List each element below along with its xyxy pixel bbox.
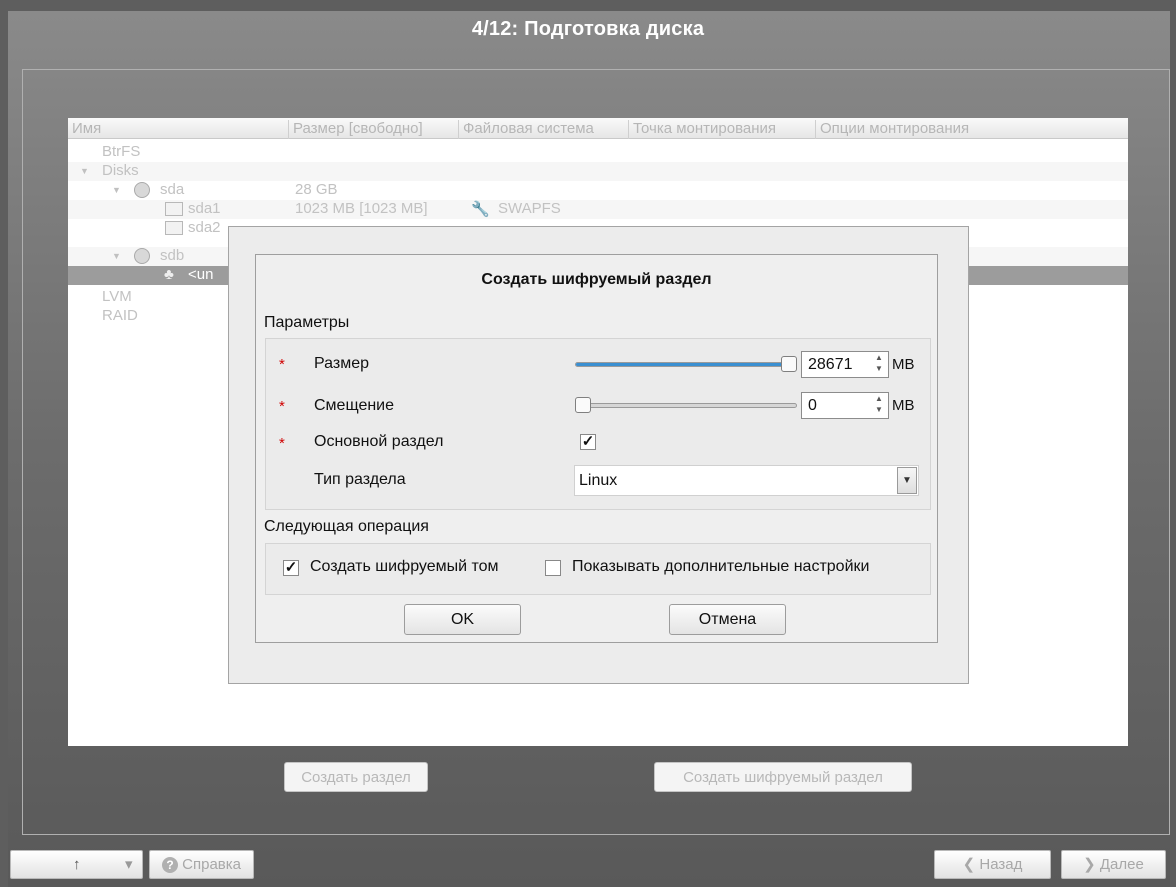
create-encrypted-partition-button[interactable]: Создать шифруемый раздел — [654, 762, 912, 792]
dialog-title: Создать шифруемый раздел — [481, 271, 712, 288]
create-volume-label[interactable]: Создать шифруемый том — [310, 558, 499, 576]
required-marker: * — [279, 398, 285, 415]
cancel-button[interactable]: Отмена — [669, 604, 786, 635]
offset-slider-handle[interactable] — [575, 397, 591, 413]
offset-value: 0 — [808, 397, 817, 414]
partition-type-value: Linux — [579, 472, 618, 489]
row-size: 1023 MB [1023 MB] — [295, 200, 428, 217]
back-button[interactable]: ❮ Назад — [934, 850, 1051, 879]
expand-arrow-icon[interactable]: ▼ — [112, 185, 121, 195]
size-slider-fill — [576, 363, 796, 366]
column-filesystem[interactable]: Файловая система — [459, 120, 629, 139]
spin-arrows-icon[interactable]: ▲ ▼ — [870, 393, 888, 418]
offset-unit: MB — [892, 397, 915, 414]
tree-row-btrfs[interactable]: BtrFS — [68, 143, 1128, 162]
partition-icon — [165, 221, 183, 235]
size-label: Размер — [314, 355, 369, 372]
size-spinbox[interactable]: 28671 ▲ ▼ — [801, 351, 889, 378]
ok-button[interactable]: OK — [404, 604, 521, 635]
row-filesystem: SWAPFS — [498, 200, 561, 217]
size-value: 28671 — [808, 356, 853, 373]
create-volume-checkbox[interactable]: ✓ — [283, 560, 299, 576]
row-label: sda1 — [188, 200, 221, 217]
show-advanced-checkbox[interactable] — [545, 560, 561, 576]
column-mountpoint[interactable]: Точка монтирования — [629, 120, 816, 139]
create-partition-button[interactable]: Создать раздел — [284, 762, 428, 792]
offset-label: Смещение — [314, 397, 395, 414]
size-unit: MB — [892, 356, 915, 373]
chevron-right-icon: ❯ — [1083, 856, 1096, 873]
help-button[interactable]: ? Справка — [149, 850, 254, 879]
row-label: sdb — [160, 247, 185, 264]
help-label: Справка — [182, 856, 241, 873]
next-button[interactable]: ❯ Далее — [1061, 850, 1166, 879]
next-operation-label: Следующая операция — [264, 518, 429, 535]
required-marker: * — [279, 435, 285, 452]
next-label: Далее — [1099, 856, 1144, 873]
tree-row-sda1[interactable]: sda1 1023 MB [1023 MB] 🔧 SWAPFS — [68, 200, 1128, 219]
row-label: BtrFS — [102, 143, 141, 160]
back-label: Назад — [979, 856, 1023, 873]
spin-arrows-icon[interactable]: ▲ ▼ — [870, 352, 888, 377]
expand-arrow-icon[interactable]: ▼ — [80, 166, 89, 176]
wrench-icon: 🔧 — [471, 201, 490, 218]
tree-row-disks[interactable]: ▼ Disks — [68, 162, 1128, 181]
up-menu-button[interactable]: ↑ ▾ — [10, 850, 143, 879]
show-advanced-label[interactable]: Показывать дополнительные настройки — [572, 558, 869, 576]
required-marker: * — [279, 356, 285, 373]
free-space-icon: ♣ — [164, 266, 174, 283]
chevron-down-icon: ▾ — [125, 856, 133, 873]
column-name[interactable]: Имя — [68, 120, 289, 139]
offset-spinbox[interactable]: 0 ▲ ▼ — [801, 392, 889, 419]
disk-icon — [134, 182, 150, 198]
row-label: sda2 — [188, 219, 221, 236]
help-icon: ? — [161, 857, 178, 873]
chevron-down-icon[interactable]: ▼ — [897, 467, 917, 494]
row-label: LVM — [102, 288, 132, 305]
primary-partition-checkbox[interactable]: ✓ — [580, 434, 596, 450]
partition-icon — [165, 202, 183, 216]
chevron-left-icon: ❮ — [962, 856, 976, 873]
arrow-up-icon: ↑ — [73, 856, 81, 873]
params-section-label: Параметры — [264, 314, 350, 331]
size-slider[interactable] — [575, 362, 797, 367]
column-size[interactable]: Размер [свободно] — [289, 120, 459, 139]
tree-header: Имя Размер [свободно] Файловая система Т… — [68, 118, 1128, 139]
row-label: <un — [188, 266, 214, 283]
partition-type-select[interactable]: Linux ▼ — [574, 465, 919, 496]
primary-partition-label: Основной раздел — [314, 433, 444, 450]
tree-row-sda[interactable]: ▼ sda 28 GB — [68, 181, 1128, 200]
row-label: RAID — [102, 307, 138, 324]
row-label: sda — [160, 181, 185, 198]
column-mount-options[interactable]: Опции монтирования — [816, 120, 1128, 139]
size-slider-handle[interactable] — [781, 356, 797, 372]
offset-slider[interactable] — [575, 403, 797, 408]
row-label: Disks — [102, 162, 139, 179]
expand-arrow-icon[interactable]: ▼ — [112, 251, 121, 261]
partition-type-label: Тип раздела — [314, 471, 406, 488]
row-size: 28 GB — [295, 181, 338, 198]
step-title: 4/12: Подготовка диска — [471, 18, 705, 40]
disk-icon — [134, 248, 150, 264]
